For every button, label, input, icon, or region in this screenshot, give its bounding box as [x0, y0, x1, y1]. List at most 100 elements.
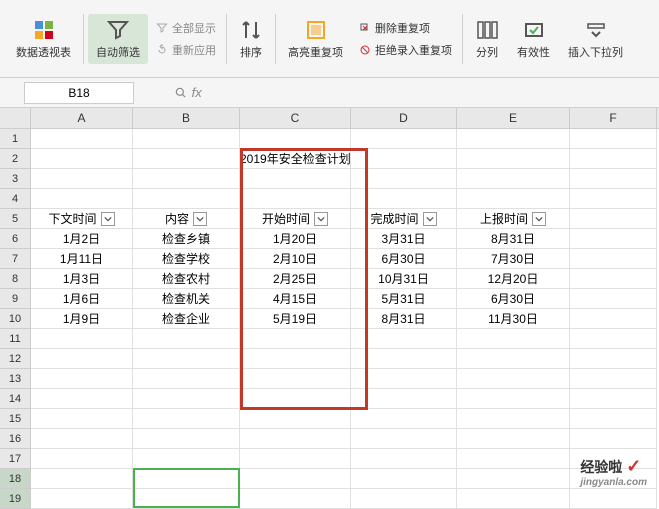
showall-button[interactable]: 全部显示	[150, 18, 222, 38]
col-header-C[interactable]: C	[240, 108, 351, 128]
cell[interactable]	[351, 189, 457, 209]
row-header-19[interactable]: 19	[0, 489, 31, 509]
cell[interactable]: 完成时间	[351, 209, 457, 229]
cell[interactable]	[31, 449, 133, 469]
cell[interactable]: 检查企业	[133, 309, 240, 329]
col-header-A[interactable]: A	[31, 108, 133, 128]
cell[interactable]	[351, 149, 457, 169]
row-header-12[interactable]: 12	[0, 349, 31, 369]
cell[interactable]	[240, 489, 351, 509]
cell[interactable]	[240, 409, 351, 429]
validation-button[interactable]: 有效性	[509, 14, 558, 64]
cell[interactable]: 11月30日	[457, 309, 570, 329]
filter-dropdown-icon[interactable]	[314, 212, 328, 226]
cell[interactable]	[31, 169, 133, 189]
insert-dropdown-button[interactable]: 插入下拉列	[560, 14, 631, 64]
row-header-2[interactable]: 2	[0, 149, 31, 169]
select-all-corner[interactable]	[0, 108, 31, 128]
cell[interactable]	[457, 129, 570, 149]
cell[interactable]	[351, 369, 457, 389]
pivot-table-button[interactable]: 数据透视表	[8, 14, 79, 64]
col-header-E[interactable]: E	[457, 108, 570, 128]
cell[interactable]: 1月3日	[31, 269, 133, 289]
autofilter-button[interactable]: 自动筛选	[88, 14, 148, 64]
cell[interactable]: 1月9日	[31, 309, 133, 329]
cell[interactable]	[133, 469, 240, 489]
cell[interactable]	[570, 389, 657, 409]
cell[interactable]	[351, 429, 457, 449]
row-header-9[interactable]: 9	[0, 289, 31, 309]
cell[interactable]	[570, 149, 657, 169]
cell[interactable]	[240, 369, 351, 389]
cell[interactable]: 检查学校	[133, 249, 240, 269]
cell[interactable]	[570, 209, 657, 229]
cell[interactable]: 检查农村	[133, 269, 240, 289]
cell[interactable]	[457, 389, 570, 409]
row-header-7[interactable]: 7	[0, 249, 31, 269]
cell[interactable]	[31, 349, 133, 369]
cell[interactable]	[457, 189, 570, 209]
filter-dropdown-icon[interactable]	[193, 212, 207, 226]
cell[interactable]: 2月25日	[240, 269, 351, 289]
cell[interactable]	[31, 189, 133, 209]
row-header-8[interactable]: 8	[0, 269, 31, 289]
col-header-B[interactable]: B	[133, 108, 240, 128]
cell[interactable]	[240, 169, 351, 189]
cell[interactable]	[133, 449, 240, 469]
cell[interactable]	[240, 329, 351, 349]
cell[interactable]: 下文时间	[31, 209, 133, 229]
cell[interactable]	[457, 329, 570, 349]
cell[interactable]	[240, 449, 351, 469]
row-header-4[interactable]: 4	[0, 189, 31, 209]
cell[interactable]: 7月30日	[457, 249, 570, 269]
cell[interactable]	[133, 429, 240, 449]
cell[interactable]	[351, 169, 457, 189]
cell[interactable]	[570, 489, 657, 509]
filter-dropdown-icon[interactable]	[101, 212, 115, 226]
cell[interactable]	[240, 189, 351, 209]
cell[interactable]	[570, 189, 657, 209]
row-header-3[interactable]: 3	[0, 169, 31, 189]
cell[interactable]: 检查乡镇	[133, 229, 240, 249]
cell[interactable]	[31, 369, 133, 389]
col-header-D[interactable]: D	[351, 108, 457, 128]
remove-dup-button[interactable]: 删除重复项	[353, 18, 458, 38]
cell[interactable]	[351, 469, 457, 489]
cell[interactable]	[351, 329, 457, 349]
cell[interactable]	[31, 409, 133, 429]
cell[interactable]: 5月19日	[240, 309, 351, 329]
cell[interactable]	[457, 469, 570, 489]
cell[interactable]	[457, 429, 570, 449]
cell[interactable]: 开始时间	[240, 209, 351, 229]
text-to-columns-button[interactable]: 分列	[467, 14, 507, 64]
cell[interactable]	[457, 489, 570, 509]
cell[interactable]	[133, 369, 240, 389]
cell[interactable]	[31, 389, 133, 409]
cell[interactable]	[570, 409, 657, 429]
cell[interactable]	[570, 309, 657, 329]
cell[interactable]	[133, 129, 240, 149]
cell[interactable]: 2019年安全检查计划	[240, 149, 351, 169]
fx-icon[interactable]: fx	[174, 85, 202, 101]
cell[interactable]: 5月31日	[351, 289, 457, 309]
cell[interactable]	[351, 489, 457, 509]
reapply-button[interactable]: 重新应用	[150, 40, 222, 60]
row-header-11[interactable]: 11	[0, 329, 31, 349]
cell[interactable]	[133, 169, 240, 189]
cell[interactable]	[457, 169, 570, 189]
cell[interactable]: 10月31日	[351, 269, 457, 289]
cell[interactable]	[240, 389, 351, 409]
cell[interactable]	[31, 429, 133, 449]
filter-dropdown-icon[interactable]	[423, 212, 437, 226]
cell[interactable]	[351, 449, 457, 469]
cell[interactable]	[570, 169, 657, 189]
cell[interactable]	[31, 489, 133, 509]
row-header-13[interactable]: 13	[0, 369, 31, 389]
cell[interactable]: 8月31日	[457, 229, 570, 249]
cell[interactable]: 12月20日	[457, 269, 570, 289]
cell[interactable]: 1月6日	[31, 289, 133, 309]
cell[interactable]: 上报时间	[457, 209, 570, 229]
cell[interactable]	[570, 329, 657, 349]
cell[interactable]	[240, 469, 351, 489]
cell[interactable]: 3月31日	[351, 229, 457, 249]
